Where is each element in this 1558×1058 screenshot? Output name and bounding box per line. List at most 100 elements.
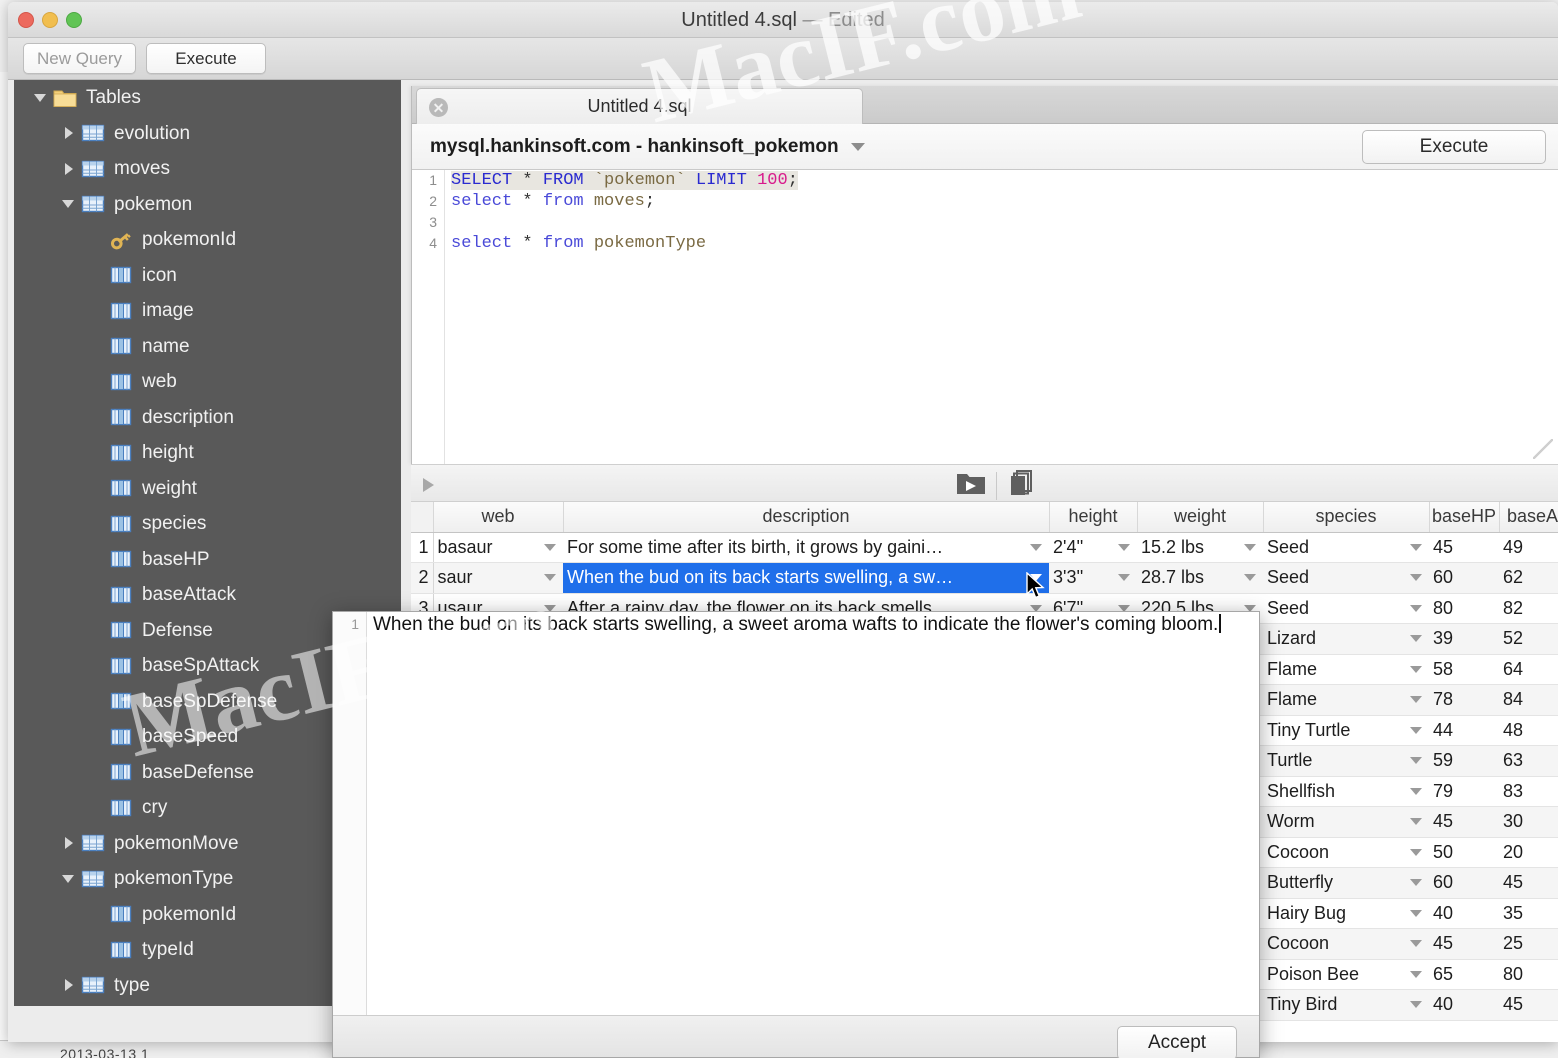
cell-baseattack[interactable]: 83 xyxy=(1499,776,1558,807)
cell-basehp[interactable]: 58 xyxy=(1429,654,1499,685)
cell-species[interactable]: Tiny Bird xyxy=(1263,990,1429,1021)
cell-baseattack[interactable]: 84 xyxy=(1499,685,1558,716)
sidebar-item-pokemonid[interactable]: pokemonId xyxy=(14,222,401,258)
cell-species[interactable]: Poison Bee xyxy=(1263,959,1429,990)
cell-basehp[interactable]: 45 xyxy=(1429,807,1499,838)
cell-basehp[interactable]: 44 xyxy=(1429,715,1499,746)
cell-species[interactable]: Turtle xyxy=(1263,746,1429,777)
sidebar-item-icon[interactable]: icon xyxy=(14,258,401,294)
cell-baseattack[interactable]: 30 xyxy=(1499,807,1558,838)
cell-baseattack[interactable]: 62 xyxy=(1499,563,1558,594)
column-header-baseA[interactable]: baseA xyxy=(1499,502,1558,532)
cell-description[interactable]: When the bud on its back starts swelling… xyxy=(563,563,1049,594)
cell-dropdown-icon[interactable] xyxy=(1410,818,1422,825)
cell-basehp[interactable]: 39 xyxy=(1429,624,1499,655)
editor-tab[interactable]: ✕ Untitled 4.sql xyxy=(416,88,863,124)
cell-dropdown-icon[interactable] xyxy=(1030,544,1042,551)
cell-dropdown-icon[interactable] xyxy=(1410,574,1422,581)
cell-dropdown-icon[interactable] xyxy=(1410,1001,1422,1008)
cell-baseattack[interactable]: 45 xyxy=(1499,868,1558,899)
cell-basehp[interactable]: 50 xyxy=(1429,837,1499,868)
cell-description[interactable]: For some time after its birth, it grows … xyxy=(563,532,1049,563)
cell-weight[interactable]: 15.2 lbs xyxy=(1137,532,1263,563)
cell-dropdown-icon[interactable] xyxy=(1410,605,1422,612)
popup-text-area[interactable]: When the bud on its back starts swelling… xyxy=(373,613,1251,637)
cell-dropdown-icon[interactable] xyxy=(1410,879,1422,886)
cell-species[interactable]: Flame xyxy=(1263,654,1429,685)
sidebar-item-species[interactable]: species xyxy=(14,506,401,542)
cell-basehp[interactable]: 40 xyxy=(1429,990,1499,1021)
cell-species[interactable]: Lizard xyxy=(1263,624,1429,655)
cell-species[interactable]: Tiny Turtle xyxy=(1263,715,1429,746)
cell-baseattack[interactable]: 64 xyxy=(1499,654,1558,685)
cell-dropdown-icon[interactable] xyxy=(1410,940,1422,947)
cell-basehp[interactable]: 65 xyxy=(1429,959,1499,990)
cell-basehp[interactable]: 60 xyxy=(1429,868,1499,899)
cell-dropdown-icon[interactable] xyxy=(1410,910,1422,917)
cell-editor-popup[interactable]: 1 When the bud on its back starts swelli… xyxy=(332,611,1260,1058)
column-header-baseHP[interactable]: baseHP xyxy=(1429,502,1499,532)
cell-basehp[interactable]: 40 xyxy=(1429,898,1499,929)
sidebar-item-baseattack[interactable]: baseAttack xyxy=(14,577,401,613)
cell-baseattack[interactable]: 49 xyxy=(1499,532,1558,563)
cell-baseattack[interactable]: 25 xyxy=(1499,929,1558,960)
chevron-down-icon[interactable] xyxy=(62,197,76,211)
cell-dropdown-icon[interactable] xyxy=(1410,849,1422,856)
cell-dropdown-icon[interactable] xyxy=(544,544,556,551)
cell-baseattack[interactable]: 63 xyxy=(1499,746,1558,777)
sidebar-item-description[interactable]: description xyxy=(14,400,401,436)
chevron-right-icon[interactable] xyxy=(62,978,76,992)
cell-dropdown-icon[interactable] xyxy=(1118,544,1130,551)
cell-species[interactable]: Seed xyxy=(1263,593,1429,624)
cell-species[interactable]: Cocoon xyxy=(1263,929,1429,960)
cell-dropdown-icon[interactable] xyxy=(1118,574,1130,581)
column-header-height[interactable]: height xyxy=(1049,502,1137,532)
close-tab-icon[interactable]: ✕ xyxy=(429,98,448,117)
table-row[interactable]: 1basaurFor some time after its birth, it… xyxy=(411,532,1558,563)
cell-species[interactable]: Butterfly xyxy=(1263,868,1429,899)
cell-dropdown-icon[interactable] xyxy=(1410,757,1422,764)
chevron-right-icon[interactable] xyxy=(62,126,76,140)
cell-baseattack[interactable]: 48 xyxy=(1499,715,1558,746)
cell-species[interactable]: Flame xyxy=(1263,685,1429,716)
cell-baseattack[interactable]: 20 xyxy=(1499,837,1558,868)
cell-basehp[interactable]: 79 xyxy=(1429,776,1499,807)
sidebar-item-basehp[interactable]: baseHP xyxy=(14,542,401,578)
cell-basehp[interactable]: 80 xyxy=(1429,593,1499,624)
cell-height[interactable]: 2'4'' xyxy=(1049,532,1137,563)
sidebar-item-moves[interactable]: moves xyxy=(14,151,401,187)
table-row[interactable]: 2saurWhen the bud on its back starts swe… xyxy=(411,563,1558,594)
column-header-description[interactable]: description xyxy=(563,502,1049,532)
cell-species[interactable]: Cocoon xyxy=(1263,837,1429,868)
cell-baseattack[interactable]: 45 xyxy=(1499,990,1558,1021)
chevron-right-icon[interactable] xyxy=(62,162,76,176)
sidebar-item-tables[interactable]: Tables xyxy=(14,80,401,116)
sidebar-item-weight[interactable]: weight xyxy=(14,471,401,507)
toolbar-execute-button[interactable]: Execute xyxy=(146,43,266,74)
cell-dropdown-icon[interactable] xyxy=(1410,971,1422,978)
cell-dropdown-icon[interactable] xyxy=(1410,544,1422,551)
cell-baseattack[interactable]: 35 xyxy=(1499,898,1558,929)
resize-grip-icon[interactable] xyxy=(1533,439,1553,459)
chevron-right-icon[interactable] xyxy=(62,836,76,850)
cell-dropdown-icon[interactable] xyxy=(1410,635,1422,642)
sidebar-item-evolution[interactable]: evolution xyxy=(14,116,401,152)
sidebar-item-web[interactable]: web xyxy=(14,364,401,400)
cell-baseattack[interactable]: 82 xyxy=(1499,593,1558,624)
accept-button[interactable]: Accept xyxy=(1117,1026,1237,1058)
cell-web[interactable]: basaur xyxy=(433,532,563,563)
chevron-down-icon[interactable] xyxy=(851,143,865,151)
cell-web[interactable]: saur xyxy=(433,563,563,594)
column-header-web[interactable]: web xyxy=(433,502,563,532)
cell-dropdown-icon[interactable] xyxy=(544,574,556,581)
cell-basehp[interactable]: 78 xyxy=(1429,685,1499,716)
cell-weight[interactable]: 28.7 lbs xyxy=(1137,563,1263,594)
sidebar-item-height[interactable]: height xyxy=(14,435,401,471)
cell-baseattack[interactable]: 80 xyxy=(1499,959,1558,990)
cell-dropdown-icon[interactable] xyxy=(1410,727,1422,734)
column-header-species[interactable]: species xyxy=(1263,502,1429,532)
cell-basehp[interactable]: 45 xyxy=(1429,532,1499,563)
cell-species[interactable]: Seed xyxy=(1263,532,1429,563)
cell-dropdown-icon[interactable] xyxy=(1244,574,1256,581)
cell-species[interactable]: Shellfish xyxy=(1263,776,1429,807)
